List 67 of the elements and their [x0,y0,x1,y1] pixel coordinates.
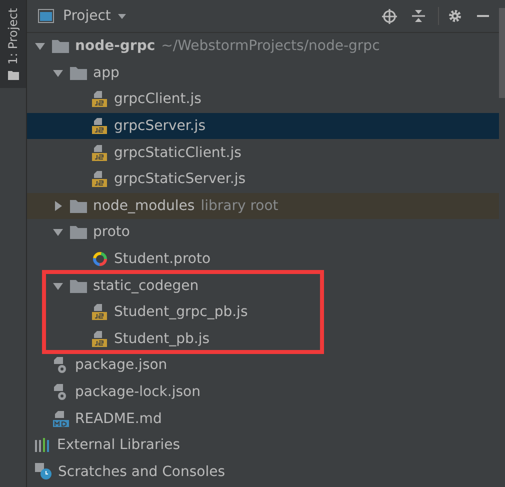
panel-title[interactable]: Project [63,8,111,24]
tree-row[interactable]: Student_pb.js [27,326,499,352]
tree-row[interactable]: grpcServer.js [27,112,499,140]
json-file-icon [53,357,69,374]
item-name: README.md [75,410,162,427]
folder-icon [8,70,18,80]
project-side-tab[interactable]: 1: Project [0,0,26,88]
tree-row[interactable]: External Libraries [27,432,499,458]
folder-icon [70,66,87,80]
expanded-arrow-icon[interactable] [35,41,45,52]
tree-row[interactable]: Student_grpc_pb.js [27,298,499,326]
item-name: package-lock.json [75,384,200,400]
folder-icon [70,225,87,240]
collapsed-arrow-icon[interactable] [53,200,63,211]
tree-row[interactable]: grpcClient.js [27,86,499,113]
ring-icon [92,251,108,268]
item-name: node_modules [93,198,195,214]
tree-row[interactable]: package-lock.json [27,378,499,406]
crosshair-icon[interactable] [382,8,397,24]
item-name: grpcStaticServer.js [114,171,246,188]
folder-icon [52,39,69,54]
project-window-icon [38,9,54,23]
item-name: app [93,64,120,81]
item-name: node-grpc [75,38,156,54]
item-name: Student_grpc_pb.js [114,304,248,320]
tree-row[interactable]: package.json [27,352,499,379]
expanded-arrow-icon[interactable] [53,227,63,238]
item-name: grpcClient.js [114,91,202,108]
tree-row[interactable]: node-grpc ~/WebstormProjects/node-grpc [27,33,499,60]
libraries-icon [35,438,51,452]
tree-row[interactable]: README.md [27,405,499,432]
folder-icon [70,278,87,293]
item-name: grpcServer.js [114,118,206,134]
js-file-icon [92,144,108,161]
item-name: static_codegen [93,278,199,294]
item-name: Student.proto [114,251,211,268]
tree-row[interactable]: node_modules library root [27,192,499,220]
json-file-icon [53,384,69,400]
markdown-file-icon [53,410,69,427]
js-file-icon [92,118,108,134]
tree-row[interactable]: proto [27,219,499,246]
tree-row[interactable]: static_codegen [27,272,499,299]
dropdown-caret-icon[interactable] [118,14,126,18]
js-file-icon [92,330,108,347]
item-name: package.json [75,357,168,374]
tree-row[interactable]: Scratches and Consoles [27,458,499,486]
expanded-arrow-icon[interactable] [53,68,63,78]
folder-icon [70,198,87,213]
js-file-icon [92,171,108,188]
js-file-icon [92,91,108,108]
item-name: Student_pb.js [114,330,210,347]
tree-row[interactable]: grpcStaticServer.js [27,166,499,193]
collapse-all-icon[interactable] [412,9,425,23]
js-file-icon [92,304,108,320]
expanded-arrow-icon[interactable] [53,280,63,291]
scratch-file-clock-icon [35,463,52,480]
tree-row[interactable]: app [27,60,499,86]
item-name: grpcStaticClient.js [114,144,242,161]
scrollbar-thumb[interactable] [499,8,505,98]
item-name: Scratches and Consoles [58,464,225,480]
tree-row[interactable]: grpcStaticClient.js [27,139,499,166]
item-name: External Libraries [57,437,180,454]
item-suffix: library root [200,198,278,214]
settings-icon[interactable] [448,9,462,23]
project-path: ~/WebstormProjects/node-grpc [161,38,380,54]
item-name: proto [93,224,130,240]
tree-row[interactable]: Student.proto [27,246,499,272]
